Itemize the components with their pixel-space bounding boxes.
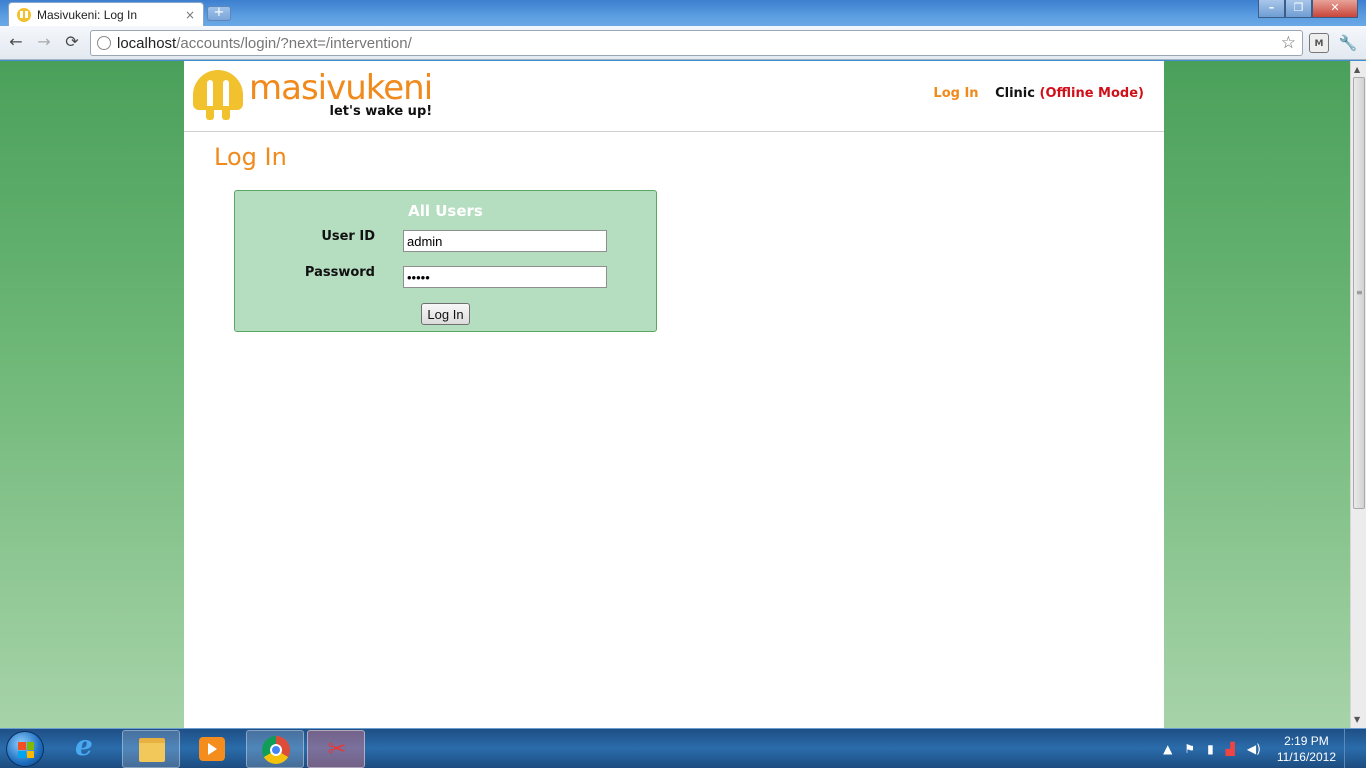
media-player-icon [199,737,225,761]
user-id-input[interactable] [403,230,607,252]
site-logo[interactable]: masivukeni let's wake up! [193,68,433,120]
top-nav: Log In Clinic (Offline Mode) [933,86,1144,101]
forward-icon[interactable]: → [33,33,55,53]
wrench-icon[interactable]: 🔧 [1338,33,1358,53]
taskbar-media-player[interactable] [183,730,241,768]
window-title-bar: Masivukeni: Log In × + – ❐ ✕ [0,0,1366,26]
masivukeni-logo-icon [193,70,243,120]
offline-mode-badge: (Offline Mode) [1039,86,1145,101]
minimize-button[interactable]: – [1258,0,1285,18]
file-explorer-icon [139,738,165,762]
action-center-flag-icon[interactable]: ⚑ [1184,742,1195,756]
power-icon[interactable]: ▮ [1207,742,1214,756]
password-input[interactable] [403,266,607,288]
back-icon[interactable]: ← [5,33,27,53]
internet-explorer-icon: e [75,729,93,762]
network-icon[interactable]: ▟ [1226,742,1235,756]
volume-icon[interactable]: ◀) [1247,742,1261,756]
clock-date: 11/16/2012 [1276,750,1336,764]
nav-login-link[interactable]: Log In [933,86,978,101]
reload-icon[interactable]: ⟳ [61,33,83,53]
user-id-label: User ID [321,229,375,244]
login-box-title: All Users [408,202,483,220]
page-viewport: masivukeni let's wake up! Log In Clinic … [0,61,1350,728]
maximize-button[interactable]: ❐ [1285,0,1312,18]
address-bar[interactable]: localhost/accounts/login/?next=/interven… [90,30,1303,56]
show-hidden-icons[interactable]: ▲ [1163,742,1172,756]
windows-taskbar: e ✂ ▲ ⚑ ▮ ▟ ◀) 2:19 PM 11/16/2012 [0,728,1366,768]
star-icon[interactable]: ☆ [1281,33,1296,53]
taskbar-clock[interactable]: 2:19 PM 11/16/2012 [1277,733,1336,765]
start-button[interactable] [6,731,44,767]
taskbar-internet-explorer[interactable]: e [61,730,119,768]
login-form: All Users User ID Password Log In [234,190,657,332]
url-host: localhost [117,34,177,52]
tab-close-icon[interactable]: × [185,8,195,22]
new-tab-button[interactable]: + [207,6,231,21]
grip-icon: ≡ [1356,288,1363,297]
globe-icon [97,36,111,50]
browser-toolbar: ← → ⟳ localhost/accounts/login/?next=/in… [0,26,1366,60]
chrome-icon [262,736,290,764]
show-desktop-button[interactable] [1344,729,1358,768]
snipping-tool-icon: ✂ [327,737,347,762]
site-header: masivukeni let's wake up! Log In Clinic … [184,61,1164,132]
vertical-scrollbar[interactable]: ▲ ≡ ▼ [1350,61,1366,728]
close-window-button[interactable]: ✕ [1312,0,1358,18]
favicon-icon [17,7,31,22]
login-button[interactable]: Log In [421,303,470,325]
taskbar-chrome[interactable] [246,730,304,768]
clock-time: 2:19 PM [1284,734,1329,748]
extension-icon[interactable]: M [1309,33,1329,53]
windows-flag-icon [18,742,34,758]
scrollbar-thumb[interactable]: ≡ [1353,77,1365,509]
password-label: Password [304,265,375,280]
scroll-up-arrow-icon[interactable]: ▲ [1354,65,1360,74]
taskbar-snipping-tool[interactable]: ✂ [307,730,365,768]
system-tray: ▲ ⚑ ▮ ▟ ◀) 2:19 PM 11/16/2012 [1157,729,1358,768]
scroll-down-arrow-icon[interactable]: ▼ [1354,715,1360,724]
logo-wordmark: masivukeni [249,68,433,108]
taskbar-file-explorer[interactable] [122,730,180,768]
url-text: localhost/accounts/login/?next=/interven… [117,35,412,52]
tab-title: Masivukeni: Log In [37,7,138,22]
browser-tab[interactable]: Masivukeni: Log In × [8,2,204,26]
nav-clinic-label: Clinic [995,86,1035,101]
url-path: /accounts/login/?next=/intervention/ [176,34,412,52]
page-container: masivukeni let's wake up! Log In Clinic … [184,61,1164,728]
page-title: Log In [214,143,287,171]
